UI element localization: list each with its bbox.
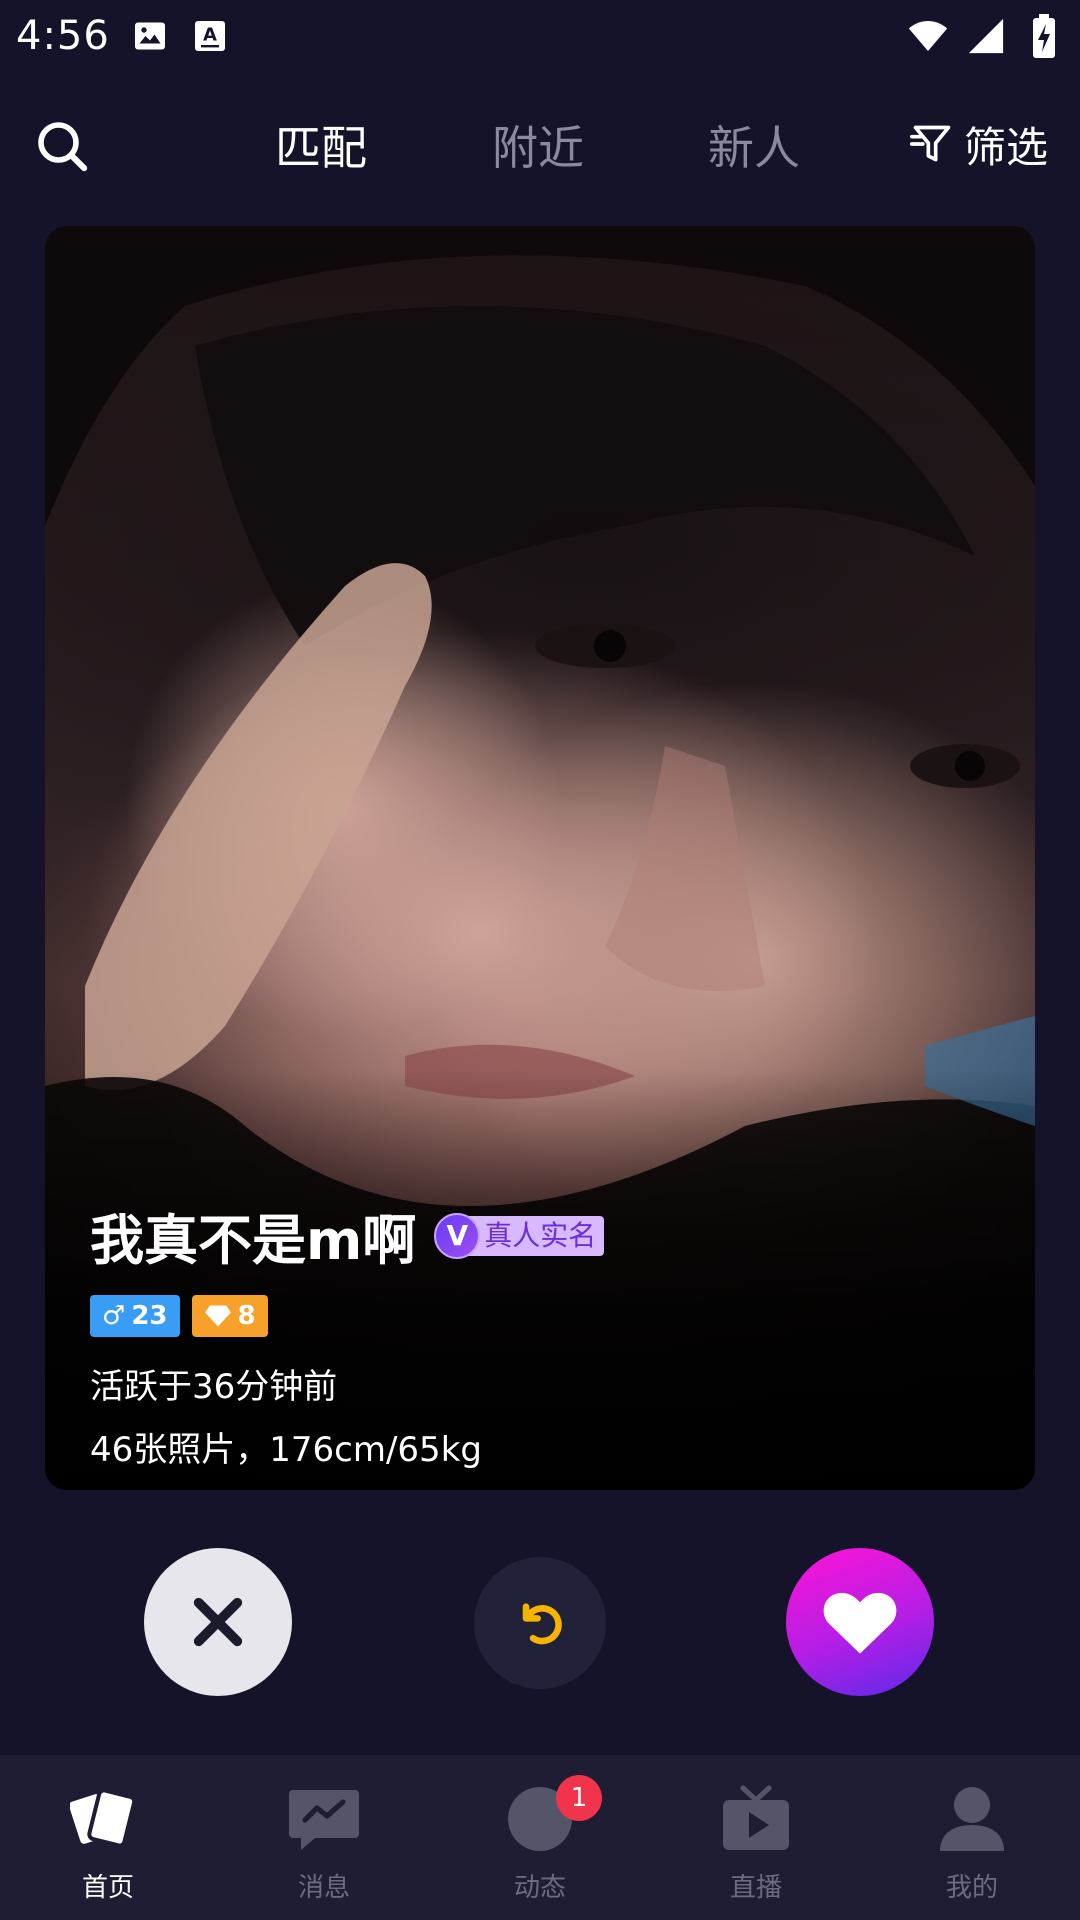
signal-icon xyxy=(966,16,1006,56)
cards-icon xyxy=(70,1781,146,1857)
profile-info: 我真不是m啊 V 真人实名 ♂ 23 8 活跃于36分钟前 46张照片，176c… xyxy=(90,1196,990,1471)
filter-label: 筛选 xyxy=(964,122,1049,172)
top-nav: 匹配 附近 新人 筛选 xyxy=(0,100,1080,188)
nav-label-messages: 消息 xyxy=(297,1873,350,1903)
image-icon xyxy=(130,16,170,56)
text-recognition-icon: A xyxy=(190,16,230,56)
undo-icon xyxy=(522,1603,562,1645)
nav-item-moments[interactable]: 1 动态 xyxy=(432,1755,648,1920)
notification-badge: 1 xyxy=(556,1775,602,1821)
status-bar: 4:56 A xyxy=(0,0,1080,72)
nav-label-profile: 我的 xyxy=(945,1873,998,1903)
tab-match[interactable]: 匹配 xyxy=(275,112,367,178)
message-icon xyxy=(286,1781,362,1857)
bottom-nav: 首页 消息 1 动态 直播 我的 xyxy=(0,1755,1080,1920)
svg-text:A: A xyxy=(203,25,217,46)
verified-label: 真人实名 xyxy=(458,1215,605,1256)
nav-label-home: 首页 xyxy=(81,1873,134,1903)
like-button[interactable] xyxy=(786,1548,934,1696)
nav-item-live[interactable]: 直播 xyxy=(648,1755,864,1920)
filter-button[interactable]: 筛选 xyxy=(910,114,1048,174)
status-time: 4:56 xyxy=(16,13,110,59)
nav-item-home[interactable]: 首页 xyxy=(0,1755,216,1920)
profile-icon xyxy=(934,1781,1010,1857)
nav-label-moments: 动态 xyxy=(513,1873,566,1903)
level-badge: 8 xyxy=(191,1295,268,1337)
profile-card[interactable]: 我真不是m啊 V 真人实名 ♂ 23 8 活跃于36分钟前 46张照片，176c… xyxy=(45,226,1035,1490)
search-icon xyxy=(38,122,88,172)
verified-badge: V 真人实名 xyxy=(434,1212,605,1259)
filter-icon xyxy=(910,125,951,162)
close-icon xyxy=(193,1597,243,1647)
battery-charging-icon xyxy=(1024,14,1064,58)
nav-item-profile[interactable]: 我的 xyxy=(864,1755,1080,1920)
male-icon: ♂ xyxy=(102,1301,126,1331)
nav-label-live: 直播 xyxy=(729,1873,782,1903)
nav-item-messages[interactable]: 消息 xyxy=(216,1755,432,1920)
level-value: 8 xyxy=(237,1301,256,1331)
verified-icon: V xyxy=(434,1212,481,1259)
diamond-icon xyxy=(204,1305,231,1327)
tab-nearby[interactable]: 附近 xyxy=(492,112,584,178)
screen: 4:56 A 匹配 附近 新人 筛选 我真不是m啊 V 真人实名 ♂ 23 8 … xyxy=(0,0,1080,1920)
profile-name: 我真不是m啊 xyxy=(90,1209,417,1272)
undo-button[interactable] xyxy=(474,1557,606,1689)
tab-new[interactable]: 新人 xyxy=(708,112,800,178)
profile-details: 46张照片，176cm/65kg xyxy=(90,1430,482,1470)
tv-icon xyxy=(718,1781,794,1857)
search-button[interactable] xyxy=(34,118,90,174)
heart-icon xyxy=(823,1592,897,1654)
dislike-button[interactable] xyxy=(144,1548,292,1696)
wifi-icon xyxy=(908,16,948,56)
age-badge: ♂ 23 xyxy=(90,1295,180,1337)
active-time: 活跃于36分钟前 xyxy=(90,1367,338,1407)
age-value: 23 xyxy=(131,1301,168,1331)
